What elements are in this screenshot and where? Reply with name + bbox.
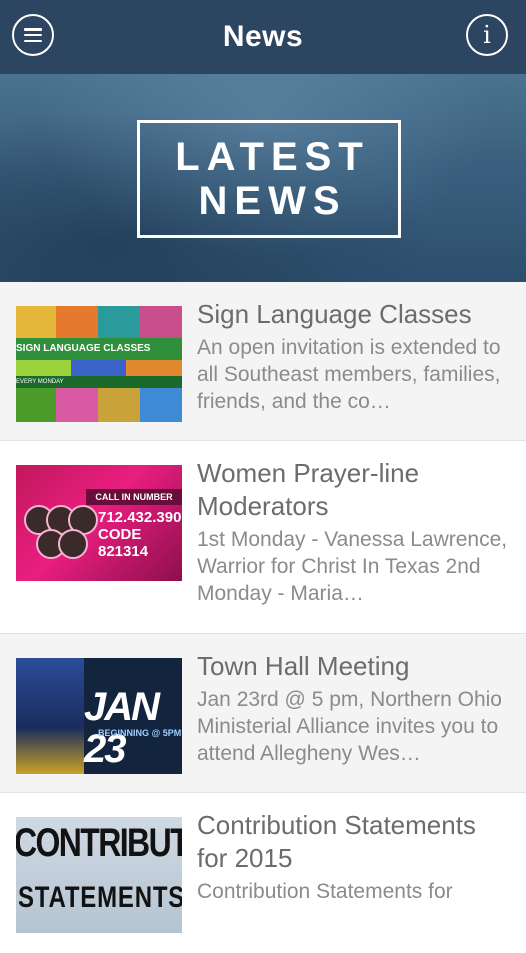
news-thumbnail: CALL IN NUMBER 712.432.3900 CODE 821314 — [16, 465, 182, 581]
page-title: News — [222, 20, 304, 53]
news-thumbnail: JAN 23 BEGINNING @ 5PM — [16, 658, 182, 774]
news-thumbnail: CONTRIBUTION STATEMENTS — [16, 817, 182, 933]
news-item-title: Women Prayer-line Moderators — [197, 458, 420, 521]
news-item-title: Town Hall Meeting — [197, 651, 410, 681]
news-item-town-hall[interactable]: JAN 23 BEGINNING @ 5PM Town Hall Meeting… — [0, 634, 526, 793]
info-button[interactable]: i — [466, 14, 508, 56]
latest-news-banner: LATEST NEWS — [0, 74, 526, 282]
news-item-description: An open invitation is extended to all So… — [197, 336, 501, 413]
thumbnail-subcaption: 712.432.3900 CODE 821314 — [98, 509, 182, 560]
thumbnail-caption: SIGN LANGUAGE CLASSES — [16, 338, 182, 360]
banner-line-2: NEWS — [198, 179, 347, 223]
thumbnail-subcaption: EVERY MONDAY — [16, 376, 182, 388]
menu-button[interactable] — [12, 14, 54, 56]
news-item-sign-language[interactable]: SIGN LANGUAGE CLASSES EVERY MONDAY Sign … — [0, 282, 526, 441]
thumbnail-subcaption: BEGINNING @ 5PM — [98, 728, 182, 738]
news-item-title: Sign Language Classes — [197, 299, 472, 329]
news-item-description: Jan 23rd @ 5 pm, Northern Ohio Ministeri… — [197, 688, 502, 765]
news-thumbnail: SIGN LANGUAGE CLASSES EVERY MONDAY — [16, 306, 182, 422]
banner-frame: LATEST NEWS — [137, 120, 401, 238]
news-item-description: 1st Monday - Vanessa Lawrence, Warrior f… — [197, 528, 508, 605]
news-item-title: Contribution Statements for 2015 — [197, 810, 476, 873]
hamburger-menu-icon — [24, 28, 42, 42]
news-item-contribution-statements[interactable]: CONTRIBUTION STATEMENTS Contribution Sta… — [0, 793, 526, 953]
top-navigation-bar: News i — [0, 0, 526, 74]
news-item-women-prayer-line[interactable]: CALL IN NUMBER 712.432.3900 CODE 821314 … — [0, 441, 526, 634]
info-icon: i — [483, 21, 491, 49]
thumbnail-caption: CALL IN NUMBER — [86, 489, 182, 505]
thumbnail-subcaption: STATEMENTS — [18, 881, 182, 914]
thumbnail-caption: CONTRIBUTION — [16, 821, 182, 865]
news-list: SIGN LANGUAGE CLASSES EVERY MONDAY Sign … — [0, 282, 526, 953]
banner-line-1: LATEST — [175, 135, 370, 179]
news-item-description: Contribution Statements for — [197, 880, 453, 903]
